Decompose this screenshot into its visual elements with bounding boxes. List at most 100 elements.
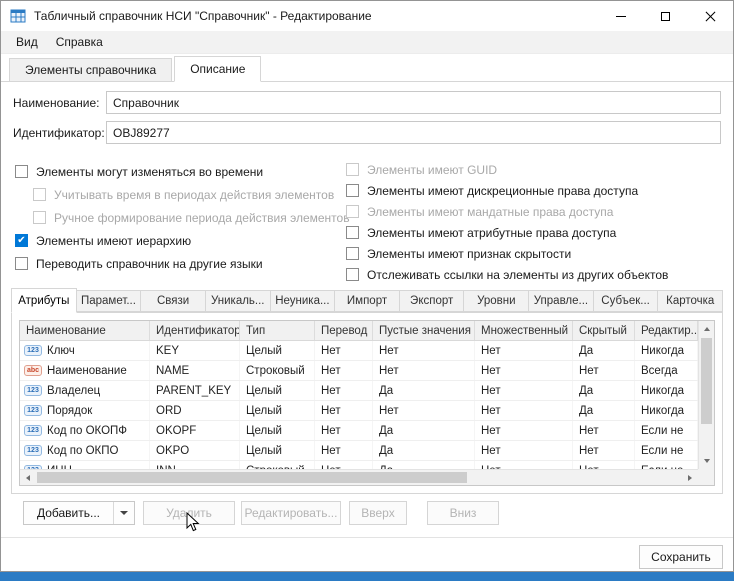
tab-attributes[interactable]: Атрибуты: [11, 288, 77, 313]
cell-translate: Нет: [315, 401, 373, 420]
checkbox-label: Переводить справочник на другие языки: [36, 257, 263, 271]
checkbox-row-discretionary-rights[interactable]: Элементы имеют дискреционные права досту…: [346, 180, 721, 201]
checkbox[interactable]: [33, 188, 46, 201]
tab-description[interactable]: Описание: [174, 56, 261, 82]
horizontal-scrollbar[interactable]: [20, 469, 698, 485]
table-row[interactable]: 123Код по ОКПО OKPO Целый Нет Да Нет Нет…: [20, 441, 698, 461]
table-row[interactable]: 123Владелец PARENT_KEY Целый Нет Да Нет …: [20, 381, 698, 401]
dialog-window: Табличный справочник НСИ "Справочник" - …: [0, 0, 734, 572]
identifier-input[interactable]: [106, 121, 721, 144]
vertical-scrollbar-thumb[interactable]: [701, 338, 712, 424]
column-header-edit[interactable]: Редактир...: [635, 321, 698, 340]
checkbox-row-translate[interactable]: Переводить справочник на другие языки: [15, 252, 346, 275]
checkbox[interactable]: [346, 247, 359, 260]
tab-links[interactable]: Связи: [141, 290, 206, 312]
column-header-identifier[interactable]: Идентификатор: [150, 321, 240, 340]
checkbox[interactable]: [15, 234, 28, 247]
add-button[interactable]: Добавить...: [23, 501, 135, 525]
cell-translate: Нет: [315, 361, 373, 380]
checkbox-row-guid[interactable]: Элементы имеют GUID: [346, 159, 721, 180]
tab-subjects[interactable]: Субъек...: [594, 290, 659, 312]
scroll-down-button[interactable]: [699, 453, 715, 469]
tab-parameters[interactable]: Парамет...: [77, 290, 142, 312]
checkbox-row-mandatory-rights[interactable]: Элементы имеют мандатные права доступа: [346, 201, 721, 222]
column-header-hidden[interactable]: Скрытый: [573, 321, 635, 340]
checkbox-row-time-change[interactable]: Элементы могут изменяться во времени: [15, 160, 346, 183]
column-header-translate[interactable]: Перевод: [315, 321, 373, 340]
scroll-left-button[interactable]: [20, 470, 36, 486]
cell-hidden: Да: [573, 381, 635, 400]
scroll-up-button[interactable]: [699, 321, 715, 337]
cell-identifier: OKPO: [150, 441, 240, 460]
checkbox-row-hidden-flag[interactable]: Элементы имеют признак скрытости: [346, 243, 721, 264]
tab-unique[interactable]: Уникаль...: [206, 290, 271, 312]
checkbox-row-track-links[interactable]: Отслеживать ссылки на элементы из других…: [346, 264, 721, 285]
cell-edit: Никогда: [635, 381, 698, 400]
checkbox-row-time-periods[interactable]: Учитывать время в периодах действия элем…: [15, 183, 346, 206]
checkbox[interactable]: [346, 226, 359, 239]
tab-elements[interactable]: Элементы справочника: [9, 58, 172, 81]
title-bar[interactable]: Табличный справочник НСИ "Справочник" - …: [1, 1, 733, 31]
vertical-scrollbar[interactable]: [698, 321, 714, 469]
tab-card[interactable]: Карточка: [658, 290, 723, 312]
checkbox[interactable]: [15, 165, 28, 178]
cell-edit: Никогда: [635, 341, 698, 360]
menu-item-view[interactable]: Вид: [7, 32, 47, 52]
cell-name: Код по ОКОПФ: [47, 425, 127, 437]
scrollbar-corner: [698, 469, 714, 485]
column-header-empty[interactable]: Пустые значения: [373, 321, 475, 340]
tab-nonunique[interactable]: Неуника...: [271, 290, 336, 312]
add-button-label: Добавить...: [24, 506, 113, 520]
tab-export[interactable]: Экспорт: [400, 290, 465, 312]
delete-button[interactable]: Удалить: [143, 501, 235, 525]
scroll-right-button[interactable]: [682, 470, 698, 486]
cell-type: Целый: [240, 341, 315, 360]
column-header-name[interactable]: Наименование: [20, 321, 150, 340]
cell-hidden: Да: [573, 401, 635, 420]
edit-button[interactable]: Редактировать...: [241, 501, 341, 525]
horizontal-scrollbar-thumb[interactable]: [37, 472, 467, 483]
menu-item-help[interactable]: Справка: [47, 32, 112, 52]
cell-type: Строковый: [240, 361, 315, 380]
move-down-button[interactable]: Вниз: [427, 501, 499, 525]
checkbox-row-hierarchy[interactable]: Элементы имеют иерархию: [15, 229, 346, 252]
checkbox[interactable]: [33, 211, 46, 224]
move-up-button[interactable]: Вверх: [349, 501, 407, 525]
checkbox[interactable]: [346, 268, 359, 281]
cell-edit: Если не: [635, 441, 698, 460]
cell-empty: Нет: [373, 361, 475, 380]
maximize-button[interactable]: [643, 1, 688, 31]
column-header-multiple[interactable]: Множественный: [475, 321, 573, 340]
footer-divider: [1, 537, 733, 538]
checkbox-row-manual-period[interactable]: Ручное формирование периода действия эле…: [15, 206, 346, 229]
column-header-type[interactable]: Тип: [240, 321, 315, 340]
table-row[interactable]: abcНаименование NAME Строковый Нет Нет Н…: [20, 361, 698, 381]
cell-edit: Никогда: [635, 401, 698, 420]
checkbox[interactable]: [346, 205, 359, 218]
triangle-right-icon: [688, 475, 692, 481]
checkbox-label: Элементы имеют GUID: [367, 163, 497, 177]
save-button[interactable]: Сохранить: [639, 545, 723, 569]
cell-multiple: Нет: [475, 421, 573, 440]
tab-levels[interactable]: Уровни: [464, 290, 529, 312]
checkbox[interactable]: [346, 184, 359, 197]
name-input[interactable]: [106, 91, 721, 114]
close-button[interactable]: [688, 1, 733, 31]
checkbox[interactable]: [346, 163, 359, 176]
checkbox[interactable]: [15, 257, 28, 270]
tab-import[interactable]: Импорт: [335, 290, 400, 312]
attributes-panel: Наименование Идентификатор Тип Перевод П…: [11, 312, 723, 494]
table-row[interactable]: 123Ключ KEY Целый Нет Нет Нет Да Никогда: [20, 341, 698, 361]
table-row[interactable]: 123Порядок ORD Целый Нет Нет Нет Да Нико…: [20, 401, 698, 421]
table-row[interactable]: 123Код по ОКОПФ OKOPF Целый Нет Да Нет Н…: [20, 421, 698, 441]
cell-multiple: Нет: [475, 401, 573, 420]
cell-identifier: OKOPF: [150, 421, 240, 440]
maximize-icon: [661, 12, 670, 21]
tab-management[interactable]: Управле...: [529, 290, 594, 312]
checkbox-row-attribute-rights[interactable]: Элементы имеют атрибутные права доступа: [346, 222, 721, 243]
cell-edit: Всегда: [635, 361, 698, 380]
table-actions: Добавить... Удалить Редактировать... Вве…: [23, 501, 499, 525]
cell-name: Владелец: [47, 385, 100, 397]
minimize-button[interactable]: [598, 1, 643, 31]
add-dropdown-button[interactable]: [114, 511, 134, 515]
